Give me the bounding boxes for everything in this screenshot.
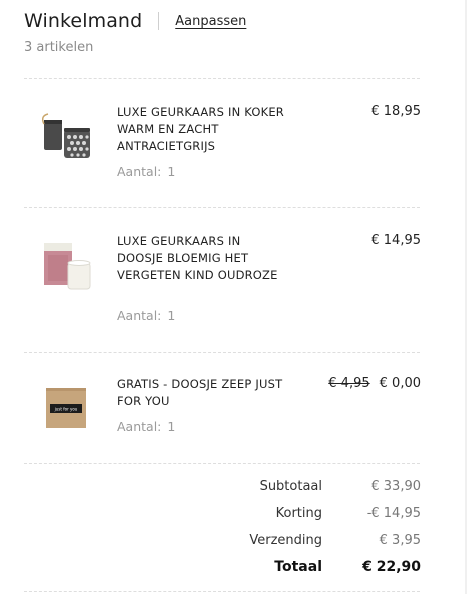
quantity-label: Aantal: xyxy=(117,419,162,434)
item-old-price: € 4,95 xyxy=(328,376,370,391)
quantity-label: Aantal: xyxy=(117,164,162,179)
item-price: € 4,95 € 0,00 xyxy=(328,376,421,391)
total-value: € 22,90 xyxy=(362,559,421,575)
cart-header: Winkelmand Aanpassen xyxy=(24,10,246,32)
discount-row: Korting -€ 14,95 xyxy=(0,506,475,526)
item-quantity: Aantal: 1 xyxy=(117,308,175,323)
discount-value: -€ 14,95 xyxy=(366,506,421,521)
candle-tin-icon[interactable] xyxy=(40,110,96,166)
total-row: Totaal € 22,90 xyxy=(0,559,475,579)
divider xyxy=(24,591,420,592)
subtotal-value: € 33,90 xyxy=(371,479,421,494)
header-separator xyxy=(158,12,160,30)
soap-box-icon[interactable]: just for you xyxy=(40,382,96,438)
item-price: € 18,95 xyxy=(371,104,421,119)
item-name[interactable]: LUXE GEURKAARS IN DOOSJE BLOEMIG HET VER… xyxy=(117,233,287,284)
quantity-value: 1 xyxy=(167,308,176,323)
item-name[interactable]: GRATIS - DOOSJE ZEEP JUST FOR YOU xyxy=(117,376,287,410)
discount-label: Korting xyxy=(275,506,322,521)
shipping-label: Verzending xyxy=(249,533,322,548)
total-label: Totaal xyxy=(274,559,322,575)
item-price: € 14,95 xyxy=(371,233,421,248)
quantity-value: 1 xyxy=(167,419,176,434)
candle-box-icon[interactable] xyxy=(40,239,96,295)
scrollbar[interactable] xyxy=(465,0,467,594)
quantity-label: Aantal: xyxy=(117,308,162,323)
subtotal-label: Subtotaal xyxy=(259,479,322,494)
svg-text:just for you: just for you xyxy=(54,407,78,412)
divider xyxy=(24,207,420,208)
cart-item-count: 3 artikelen xyxy=(24,40,94,55)
item-new-price: € 0,00 xyxy=(379,376,421,391)
cart-title: Winkelmand xyxy=(24,10,143,32)
quantity-value: 1 xyxy=(167,164,176,179)
item-quantity: Aantal: 1 xyxy=(117,419,175,434)
divider xyxy=(24,78,420,79)
shipping-row: Verzending € 3,95 xyxy=(0,533,475,553)
divider xyxy=(24,463,420,464)
divider xyxy=(24,352,420,353)
shipping-value: € 3,95 xyxy=(379,533,421,548)
item-quantity: Aantal: 1 xyxy=(117,164,175,179)
edit-cart-link[interactable]: Aanpassen xyxy=(175,14,246,29)
item-name[interactable]: LUXE GEURKAARS IN KOKER WARM EN ZACHT AN… xyxy=(117,104,287,155)
subtotal-row: Subtotaal € 33,90 xyxy=(0,479,475,499)
